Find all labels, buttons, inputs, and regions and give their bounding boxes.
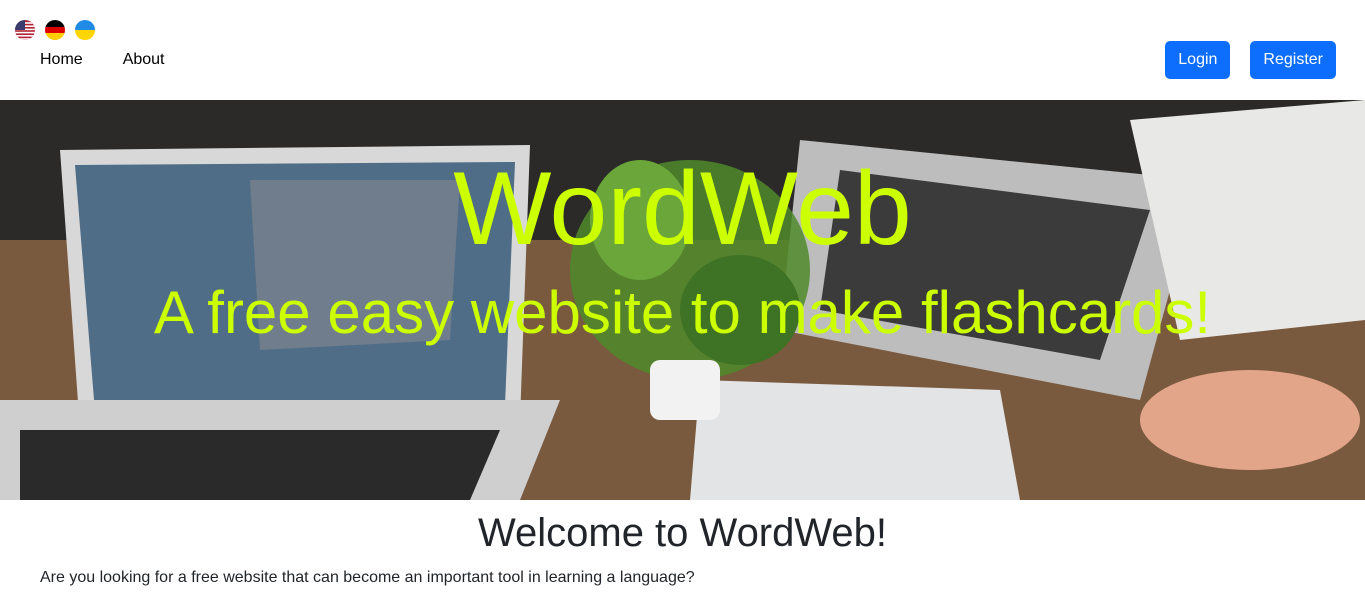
main-nav: Home About	[40, 50, 165, 70]
login-button[interactable]: Login	[1165, 41, 1231, 79]
nav-about-link[interactable]: About	[123, 50, 165, 70]
ukrainian-flag-icon[interactable]	[75, 20, 95, 40]
english-flag-icon[interactable]	[15, 20, 35, 40]
hero-banner: WordWeb A free easy website to make flas…	[0, 100, 1365, 500]
register-button[interactable]: Register	[1250, 41, 1336, 79]
welcome-heading: Welcome to WordWeb!	[477, 511, 888, 555]
nav-home-link[interactable]: Home	[40, 50, 83, 70]
auth-buttons: Login Register	[1165, 41, 1336, 79]
language-switcher	[15, 20, 95, 40]
german-flag-icon[interactable]	[45, 20, 65, 40]
hero-title: WordWeb	[453, 151, 912, 267]
intro-text: Are you looking for a free website that …	[40, 569, 695, 586]
hero-subtitle: A free easy website to make flashcards!	[153, 279, 1212, 346]
